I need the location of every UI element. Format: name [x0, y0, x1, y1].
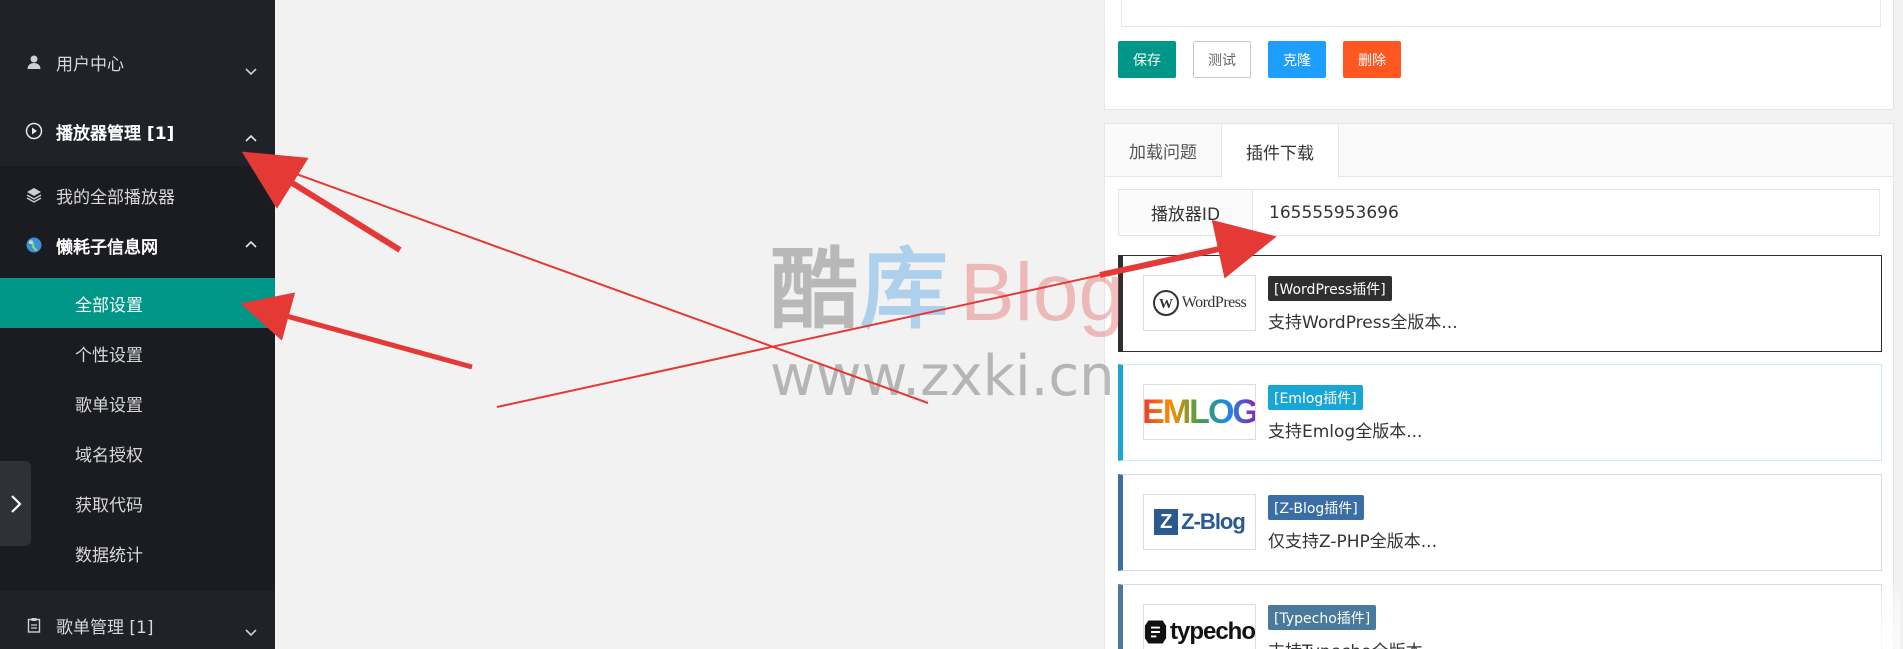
save-button[interactable]: 保存 [1118, 41, 1176, 78]
logo-text: Z-Blog [1181, 509, 1246, 534]
plugin-tag: [Typecho插件] [1268, 605, 1377, 630]
plugin-card-wordpress[interactable]: W WordPress [WordPress插件] 支持WordPress全版本… [1118, 255, 1882, 352]
zblog-icon: Z [1154, 509, 1179, 535]
sidebar-item-label: 用户中心 [56, 54, 124, 75]
sidebar-subitem-label: 获取代码 [75, 495, 143, 516]
arrow-to-player-mgmt [251, 157, 929, 404]
chevron-up-icon [245, 240, 257, 248]
logo-text: typecho [1169, 618, 1255, 645]
watermark-url: www.zxki.cn [770, 344, 1115, 409]
zblog-logo: Z Z-Blog [1143, 494, 1256, 550]
sidebar-item-label: 歌单管理 [1] [56, 617, 154, 638]
sidebar-subitem-label: 数据统计 [75, 545, 143, 566]
sidebar-item-site[interactable]: 懒耗子信息网 [0, 224, 275, 266]
plugin-desc: 仅支持Z-PHP全版本... [1268, 532, 1437, 552]
sidebar-subitem-personal-settings[interactable]: 个性设置 [0, 328, 275, 378]
watermark-char-1: 酷 [770, 238, 858, 341]
plugin-tag: [Z-Blog插件] [1268, 495, 1364, 520]
plugin-card-emlog[interactable]: EMLOG [Emlog插件] 支持Emlog全版本... [1118, 364, 1882, 461]
globe-icon [24, 235, 44, 255]
sidebar-submenu: 我的全部播放器 懒耗子信息网 全部设置 个性设置 歌单设置 域名授权 获取代码 … [0, 166, 275, 591]
clone-button[interactable]: 克隆 [1268, 41, 1326, 78]
sidebar-subitem-label: 个性设置 [75, 345, 143, 366]
player-id-row: 播放器ID 165555953696 [1118, 189, 1880, 236]
sidebar-item-label: 我的全部播放器 [56, 187, 175, 208]
arrow-to-all-settings [240, 292, 473, 370]
clipboard-icon [24, 615, 44, 635]
chevron-right-icon [10, 494, 22, 513]
typecho-logo: typecho [1143, 604, 1256, 649]
plugin-card-typecho[interactable]: typecho [Typecho插件] 支持Typecho全版本... [1118, 584, 1882, 649]
tab-bar: 加载问题 插件下载 [1105, 124, 1893, 178]
layers-icon [24, 185, 44, 205]
sidebar-subitem-label: 域名授权 [75, 445, 143, 466]
sidebar-subitem-playlist-settings[interactable]: 歌单设置 [0, 378, 275, 428]
plugin-tabs-card: 加载问题 插件下载 播放器ID 165555953696 W WordPress… [1104, 123, 1894, 649]
tab-loading-issues[interactable]: 加载问题 [1105, 124, 1221, 177]
chevron-up-icon [245, 134, 257, 142]
wordpress-icon: W [1152, 290, 1179, 316]
watermark-blog: Blog [960, 247, 1124, 338]
sidebar-item-playlist-mgmt[interactable]: 歌单管理 [1] [0, 604, 275, 646]
wordpress-logo: W WordPress [1143, 275, 1256, 331]
sidebar-item-label: 播放器管理 [1] [56, 123, 175, 144]
sidebar-item-label: 懒耗子信息网 [56, 237, 158, 258]
tab-plugin-download[interactable]: 插件下载 [1221, 124, 1339, 178]
settings-card: 保存 测试 克隆 删除 [1104, 0, 1894, 110]
chevron-down-icon [245, 629, 257, 637]
sidebar-subitem-get-code[interactable]: 获取代码 [0, 478, 275, 528]
sidebar-subitem-all-settings[interactable]: 全部设置 [0, 278, 275, 328]
sidebar: 用户中心 播放器管理 [1] 我的全部播放器 懒耗子信息网 全部设置 个性设置 [0, 0, 275, 649]
user-icon [24, 52, 44, 72]
delete-button[interactable]: 删除 [1343, 41, 1401, 78]
plugin-desc: 支持Typecho全版本... [1268, 637, 1439, 649]
sidebar-subitem-label: 全部设置 [75, 295, 143, 316]
plugin-tag: [Emlog插件] [1268, 385, 1363, 410]
watermark: 酷 库 Blog www.zxki.cn [770, 238, 1124, 409]
play-circle-icon [24, 121, 44, 141]
sidebar-item-my-players[interactable]: 我的全部播放器 [0, 174, 275, 216]
logo-text: WordPress [1181, 294, 1247, 311]
plugin-tag: [WordPress插件] [1268, 276, 1392, 301]
config-textarea[interactable] [1121, 0, 1881, 27]
player-id-value[interactable]: 165555953696 [1269, 190, 1399, 235]
svg-text:W: W [1159, 297, 1173, 312]
sidebar-subitem-statistics[interactable]: 数据统计 [0, 528, 275, 578]
watermark-char-2: 库 [860, 238, 948, 341]
plugin-desc: 支持Emlog全版本... [1268, 422, 1423, 442]
plugin-card-zblog[interactable]: Z Z-Blog [Z-Blog插件] 仅支持Z-PHP全版本... [1118, 474, 1882, 571]
typecho-icon [1144, 620, 1167, 644]
sidebar-subitem-domain-auth[interactable]: 域名授权 [0, 428, 275, 478]
test-button[interactable]: 测试 [1193, 41, 1251, 78]
plugin-desc: 支持WordPress全版本... [1268, 313, 1458, 333]
emlog-logo: EMLOG [1143, 384, 1256, 440]
sidebar-item-player-mgmt[interactable]: 播放器管理 [1] [0, 110, 275, 152]
logo-text: EMLOG [1143, 392, 1256, 431]
sidebar-subitem-label: 歌单设置 [75, 395, 143, 416]
sidebar-collapse-toggle[interactable] [0, 461, 31, 546]
sidebar-item-user-center[interactable]: 用户中心 [0, 42, 275, 82]
chevron-down-icon [245, 68, 257, 76]
player-id-label: 播放器ID [1119, 190, 1253, 235]
